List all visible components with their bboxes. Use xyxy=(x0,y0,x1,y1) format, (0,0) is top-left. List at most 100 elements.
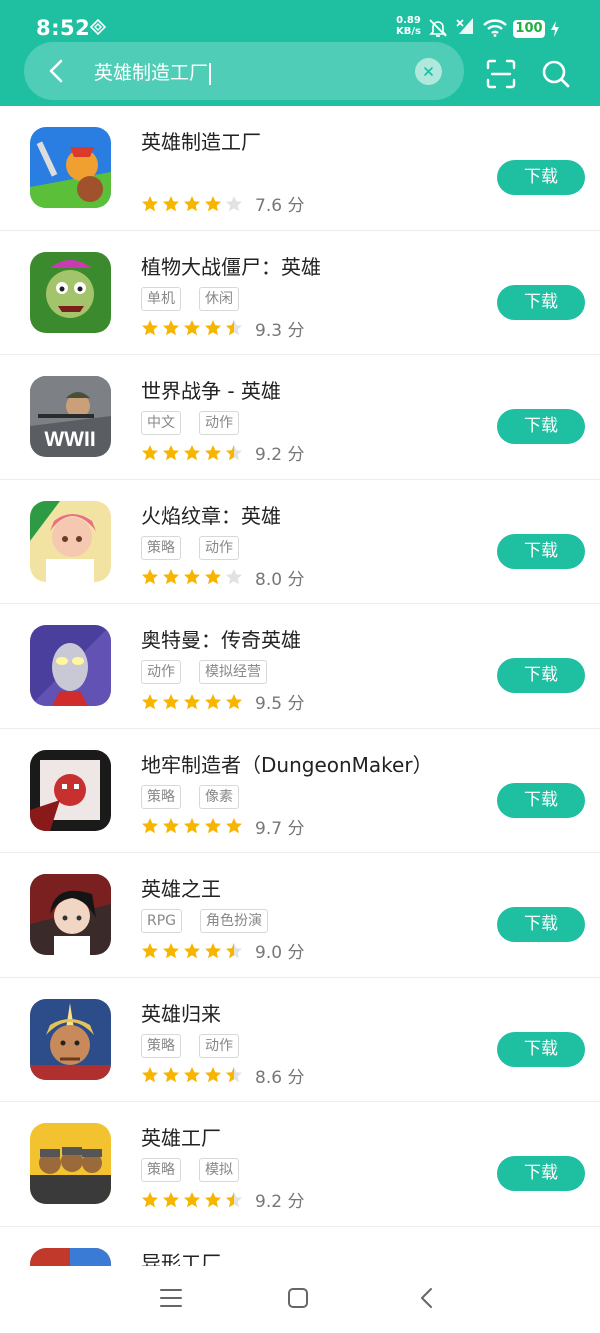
app-tag: 单机 xyxy=(141,286,181,311)
star-empty-icon xyxy=(226,569,242,585)
app-icon[interactable] xyxy=(30,1123,111,1204)
rating-score: 8.0 分 xyxy=(255,569,305,590)
svg-text:WWII: WWII xyxy=(44,428,95,451)
app-list-item[interactable]: 英雄工厂 策略 模拟 9.2 分 下载 xyxy=(0,1102,600,1227)
download-button[interactable]: 下载 xyxy=(497,658,585,693)
app-icon[interactable]: WWII xyxy=(30,376,111,457)
app-icon[interactable] xyxy=(30,874,111,955)
app-list-item[interactable]: 火焰纹章：英雄策略 动作 8.0 分 下载 xyxy=(0,480,600,604)
app-name[interactable]: 火焰纹章：英雄 xyxy=(141,500,281,529)
star-full-icon xyxy=(163,195,179,211)
home-icon[interactable] xyxy=(286,1286,310,1310)
app-icon[interactable] xyxy=(30,251,111,333)
search-icon[interactable] xyxy=(540,58,572,90)
star-full-icon xyxy=(184,818,200,834)
app-tag: 动作 xyxy=(141,660,181,684)
star-full-icon xyxy=(163,444,179,460)
download-button[interactable]: 下载 xyxy=(497,907,585,942)
download-button[interactable]: 下载 xyxy=(497,1156,585,1191)
star-half-icon xyxy=(226,320,242,336)
search-input[interactable]: 英雄制造工厂 xyxy=(94,58,211,85)
top-header: 8:52 0.89 KB/s 100 英雄制造工厂 xyxy=(0,0,600,106)
app-tag: 动作 xyxy=(199,535,239,560)
app-list-item[interactable]: 英雄制造工厂 7.6 分 下载 xyxy=(0,106,600,231)
star-full-icon xyxy=(184,320,200,336)
app-tag: 策略 xyxy=(141,784,181,809)
rating-stars xyxy=(141,693,243,711)
app-icon[interactable] xyxy=(30,500,111,582)
star-full-icon xyxy=(163,320,179,336)
star-half-icon xyxy=(226,444,242,460)
download-button[interactable]: 下载 xyxy=(497,533,585,569)
star-full-icon xyxy=(226,693,242,709)
app-rating: 7.6 分 xyxy=(141,191,304,216)
scan-icon[interactable] xyxy=(485,58,517,90)
star-full-icon xyxy=(142,693,158,709)
app-list-item[interactable]: 英雄之王 RPG 角色扮演 9.0 分 下载 xyxy=(0,853,600,978)
app-name[interactable]: 地牢制造者（DungeonMaker） xyxy=(141,749,433,778)
rating-score: 9.2 分 xyxy=(255,445,305,465)
app-icon[interactable] xyxy=(30,127,111,208)
status-bar: 8:52 0.89 KB/s 100 xyxy=(0,0,600,48)
app-tags: 动作 模拟经营 xyxy=(141,660,267,684)
app-name[interactable]: 英雄之王 xyxy=(141,873,221,902)
text-caret xyxy=(209,62,211,85)
star-full-icon xyxy=(226,818,242,834)
app-icon[interactable] xyxy=(30,749,111,831)
clear-icon[interactable] xyxy=(415,58,442,85)
app-icon[interactable] xyxy=(30,625,111,706)
app-name[interactable]: 奥特曼：传奇英雄 xyxy=(141,624,301,653)
app-list-item[interactable]: 奥特曼：传奇英雄 动作 模拟经营 9.5 分 下载 xyxy=(0,604,600,729)
app-list-item[interactable]: WWII 世界战争 - 英雄 中文 动作 9.2 分 下载 xyxy=(0,355,600,480)
app-icon[interactable] xyxy=(30,998,111,1080)
app-tags: 单机 休闲 xyxy=(141,286,239,311)
app-name[interactable]: 英雄工厂 xyxy=(141,1122,221,1151)
download-button[interactable]: 下载 xyxy=(497,160,585,195)
battery-icon: 100 xyxy=(513,20,545,38)
download-button[interactable]: 下载 xyxy=(497,1031,585,1067)
app-name[interactable]: 英雄归来 xyxy=(141,998,221,1027)
star-full-icon xyxy=(205,569,221,585)
star-full-icon xyxy=(184,942,200,958)
app-list-item[interactable]: 英雄归来策略 动作 8.6 分 下载 xyxy=(0,978,600,1102)
star-half-icon xyxy=(226,942,242,958)
star-full-icon xyxy=(184,569,200,585)
star-full-icon xyxy=(142,1067,158,1083)
app-list-item[interactable]: 植物大战僵尸：英雄 单机 休闲 9.3 分 下载 xyxy=(0,231,600,355)
star-full-icon xyxy=(163,1067,179,1083)
net-speed-value: 0.89 xyxy=(396,15,421,26)
back-icon[interactable] xyxy=(415,1286,439,1310)
app-name[interactable]: 植物大战僵尸：英雄 xyxy=(141,251,321,280)
app-tags: 策略 动作 xyxy=(141,535,239,560)
star-full-icon xyxy=(184,693,200,709)
diamond-icon xyxy=(90,19,106,35)
app-name[interactable]: 世界战争 - 英雄 xyxy=(141,375,281,404)
star-full-icon xyxy=(163,1191,179,1207)
app-tag: 策略 xyxy=(141,535,181,560)
net-speed: 0.89 KB/s xyxy=(396,15,421,37)
app-list: 英雄制造工厂 7.6 分下载 植物大战僵尸：英雄 单机 休闲 9.3 分下载 WWII 世界战… xyxy=(0,106,600,1333)
star-full-icon xyxy=(205,818,221,834)
rating-score: 9.7 分 xyxy=(255,818,305,839)
star-full-icon xyxy=(163,818,179,834)
download-button[interactable]: 下载 xyxy=(497,409,585,444)
download-button[interactable]: 下载 xyxy=(497,782,585,818)
app-rating: 9.0 分 xyxy=(141,938,304,963)
menu-icon[interactable] xyxy=(159,1286,183,1310)
star-half-icon xyxy=(226,1191,242,1207)
app-list-item[interactable]: 地牢制造者（DungeonMaker） 策略 像素 9.7 分 下载 xyxy=(0,729,600,853)
app-rating: 9.2 分 xyxy=(141,1187,304,1212)
star-full-icon xyxy=(184,444,200,460)
bell-off-icon xyxy=(429,19,447,37)
app-name[interactable]: 英雄制造工厂 xyxy=(141,126,261,155)
download-button[interactable]: 下载 xyxy=(497,284,585,320)
app-rating: 8.6 分 xyxy=(141,1063,304,1088)
search-bar[interactable]: 英雄制造工厂 xyxy=(24,42,464,100)
rating-score: 8.6 分 xyxy=(255,1067,305,1088)
rating-stars xyxy=(141,319,243,337)
rating-score: 9.0 分 xyxy=(255,943,305,963)
status-time: 8:52 xyxy=(36,16,91,40)
app-tags: RPG 角色扮演 xyxy=(141,909,269,933)
app-tags: 策略 动作 xyxy=(141,1033,239,1058)
back-arrow-icon[interactable] xyxy=(42,56,72,86)
